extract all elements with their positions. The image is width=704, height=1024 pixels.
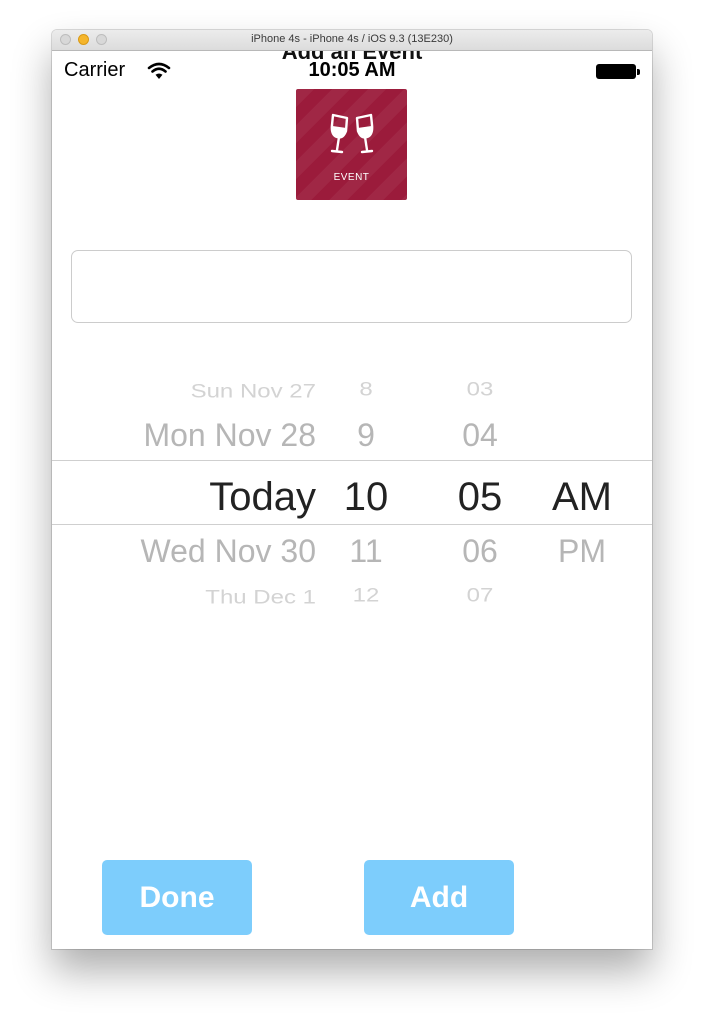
picker-date-option[interactable]: Thu Dec 1 xyxy=(205,588,316,608)
add-button[interactable]: Add xyxy=(364,860,514,935)
picker-hour-text: 8 xyxy=(359,378,373,401)
picker-selection-bottom-line xyxy=(52,524,652,525)
window-title: iPhone 4s - iPhone 4s / iOS 9.3 (13E230) xyxy=(251,33,453,45)
picker-minute-text: 06 xyxy=(462,533,498,569)
picker-date-option[interactable]: Mon Nov 28 xyxy=(143,419,316,451)
status-time: 10:05 AM xyxy=(308,59,396,81)
event-name-input[interactable] xyxy=(71,250,632,323)
picker-minute-text: 03 xyxy=(466,378,494,401)
picker-hour-text: 9 xyxy=(357,417,375,453)
picker-selection-top-line xyxy=(52,460,652,461)
battery-tip xyxy=(637,69,640,75)
device-screen: Add an Event Carrier 10:05 AM EVENT Sun … xyxy=(52,51,652,949)
picker-ampm-text: AM xyxy=(552,475,612,519)
picker-minute-text: 07 xyxy=(466,584,494,607)
picker-hour-text: 11 xyxy=(349,533,383,569)
simulator-window: iPhone 4s - iPhone 4s / iOS 9.3 (13E230)… xyxy=(52,30,652,949)
picker-ampm-text: PM xyxy=(558,533,606,569)
picker-date-selected[interactable]: Today xyxy=(209,477,316,517)
picker-hour-text: 12 xyxy=(352,584,380,607)
battery-icon xyxy=(596,64,636,79)
picker-date-option[interactable]: Wed Nov 30 xyxy=(141,535,317,567)
window-titlebar: iPhone 4s - iPhone 4s / iOS 9.3 (13E230) xyxy=(52,30,652,51)
event-image-tile[interactable]: EVENT xyxy=(296,89,407,200)
date-time-picker[interactable]: Sun Nov 27 Mon Nov 28 Today Wed Nov 30 T… xyxy=(52,367,652,627)
done-button[interactable]: Done xyxy=(102,860,252,935)
event-tile-label: EVENT xyxy=(333,172,370,183)
wine-glasses-icon xyxy=(330,113,374,154)
picker-minute-text: 05 xyxy=(457,475,503,519)
picker-minute-text: 04 xyxy=(462,417,498,453)
picker-hour-text: 10 xyxy=(343,475,389,519)
picker-date-option[interactable]: Sun Nov 27 xyxy=(191,382,316,402)
